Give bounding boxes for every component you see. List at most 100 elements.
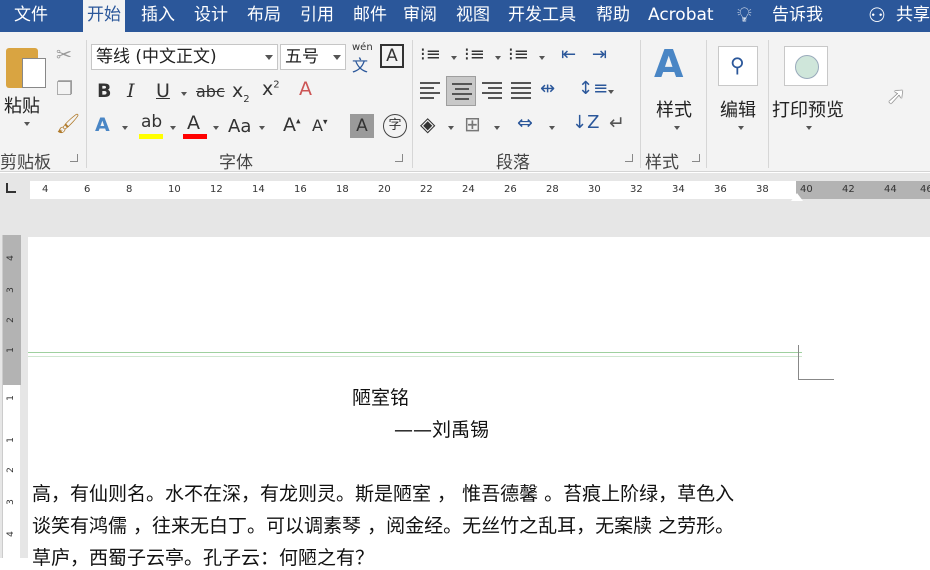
ruler-number: 42 <box>842 184 855 195</box>
tab-file[interactable]: 文件 <box>14 0 48 32</box>
tab-help[interactable]: 帮助 <box>596 0 630 32</box>
shading-dropdown-icon[interactable] <box>448 126 454 130</box>
cut-icon[interactable]: ✂ <box>56 44 72 66</box>
align-left-icon[interactable] <box>420 82 440 102</box>
ruler-number: 16 <box>294 184 307 195</box>
lightbulb-icon[interactable]: 💡︎ <box>737 0 752 32</box>
paragraph-launcher-icon[interactable] <box>625 154 633 162</box>
underline-icon[interactable]: U <box>156 80 170 102</box>
tab-view[interactable]: 视图 <box>456 0 490 32</box>
italic-icon[interactable]: I <box>127 80 135 102</box>
tab-acrobat[interactable]: Acrobat <box>648 0 714 32</box>
vruler-number: 2 <box>5 467 16 473</box>
person-icon[interactable]: ⚇ <box>868 0 886 32</box>
highlight-color-button[interactable]: ab <box>137 112 165 140</box>
align-right-icon[interactable] <box>482 82 502 102</box>
enclose-characters-icon[interactable]: 字 <box>383 114 407 138</box>
subscript-icon[interactable]: x2 <box>232 80 250 105</box>
borders-dropdown-icon[interactable] <box>494 126 500 130</box>
show-marks-icon[interactable]: ↵ <box>609 112 625 134</box>
copy-icon[interactable]: ❐ <box>56 78 73 100</box>
mouse-cursor-icon: ➚ <box>886 82 907 110</box>
text-effects-icon[interactable]: A <box>95 114 110 136</box>
right-indent-marker[interactable] <box>791 193 803 201</box>
text-effects-dropdown-icon[interactable] <box>122 126 128 130</box>
document-title[interactable]: 陋室铭 <box>352 383 409 410</box>
tab-layout[interactable]: 布局 <box>247 0 281 32</box>
distributed-icon[interactable]: ⇹ <box>540 78 555 99</box>
underline-dropdown-icon[interactable] <box>181 92 187 96</box>
strikethrough-icon[interactable]: abc <box>196 82 225 101</box>
separator <box>768 40 769 168</box>
ruler-number: 20 <box>378 184 391 195</box>
numbering-icon[interactable]: ⁝≡ <box>464 44 485 65</box>
grow-font-icon[interactable]: A▴ <box>283 114 301 136</box>
line-spacing-icon[interactable]: ↕≡ <box>578 78 608 99</box>
horizontal-ruler[interactable]: 4 6 8 10 12 14 16 18 20 22 24 26 28 30 3… <box>0 173 930 205</box>
magnifier-glyph: ⚲ <box>730 53 745 77</box>
multilevel-list-icon[interactable]: ⁝≡ <box>508 44 529 65</box>
vruler-number: 3 <box>5 287 16 293</box>
tab-selector-icon[interactable] <box>6 183 16 193</box>
decrease-indent-icon[interactable]: ⇤ <box>561 44 576 65</box>
multilevel-dropdown-icon[interactable] <box>539 56 545 60</box>
clear-formatting-icon[interactable]: A <box>299 78 312 100</box>
clipboard-group-label: 剪贴板 <box>0 153 51 173</box>
share-button[interactable]: 共享 <box>896 0 930 32</box>
tab-design[interactable]: 设计 <box>194 0 228 32</box>
numbering-dropdown-icon[interactable] <box>495 56 501 60</box>
bullets-icon[interactable]: ⁝≡ <box>420 44 441 65</box>
vertical-ruler[interactable]: 4 3 2 1 1 1 2 3 4 <box>2 235 21 558</box>
styles-launcher-icon[interactable] <box>692 154 700 162</box>
bullets-dropdown-icon[interactable] <box>451 56 457 60</box>
font-color-swatch <box>183 134 207 139</box>
editing-button[interactable]: ⚲ 编辑 <box>714 42 766 137</box>
tell-me-search[interactable]: 告诉我 <box>772 0 823 32</box>
paste-button[interactable]: 粘贴 <box>4 42 48 132</box>
document-author[interactable]: ——刘禹锡 <box>394 415 489 442</box>
line-spacing-dropdown-icon[interactable] <box>608 90 614 94</box>
separator <box>86 40 87 168</box>
tab-review[interactable]: 审阅 <box>403 0 437 32</box>
change-case-dropdown-icon[interactable] <box>259 126 265 130</box>
tab-insert[interactable]: 插入 <box>141 0 175 32</box>
borders-icon[interactable]: ⊞ <box>464 112 481 136</box>
paragraph-line[interactable]: 草庐，西蜀子云亭。孔子云：何陋之有？ <box>32 543 374 570</box>
highlight-dropdown-icon[interactable] <box>170 126 176 130</box>
clipboard-launcher-icon[interactable] <box>70 154 78 162</box>
shading-icon[interactable]: ◈ <box>420 112 435 136</box>
chinese-layout-icon[interactable]: ⇔ <box>517 112 533 134</box>
justify-icon[interactable] <box>511 82 531 102</box>
print-preview-button[interactable]: 打印预览 <box>772 42 848 137</box>
align-center-button[interactable] <box>446 76 476 106</box>
font-color-button[interactable]: A <box>183 112 209 140</box>
font-color-dropdown-icon[interactable] <box>213 126 219 130</box>
font-size-combo[interactable]: 五号 <box>280 44 346 70</box>
tab-home[interactable]: 开始 <box>83 0 125 32</box>
ruler-number: 22 <box>420 184 433 195</box>
document-page[interactable]: 陋室铭 ——刘禹锡 高，有仙则名。水不在深，有龙则灵。斯是陋室 ， 惟吾德馨 。… <box>28 237 930 569</box>
font-color-icon: A <box>187 112 200 134</box>
font-name-combo[interactable]: 等线 (中文正文) <box>91 44 278 70</box>
superscript-icon[interactable]: x2 <box>262 78 280 100</box>
search-icon: ⚲ <box>718 46 758 86</box>
tab-references[interactable]: 引用 <box>300 0 334 32</box>
styles-button[interactable]: A 样式 <box>650 42 700 137</box>
ruler-number: 44 <box>884 184 897 195</box>
paragraph-line[interactable]: 高，有仙则名。水不在深，有龙则灵。斯是陋室 ， 惟吾德馨 。苔痕上阶绿，草色入 <box>32 479 734 506</box>
phonetic-guide-button[interactable]: wén 文 <box>350 42 374 75</box>
chinese-layout-dropdown-icon[interactable] <box>549 126 555 130</box>
character-shading-icon[interactable]: A <box>350 114 374 138</box>
character-border-icon[interactable]: A <box>380 44 404 68</box>
font-launcher-icon[interactable] <box>395 154 403 162</box>
styles-label: 样式 <box>656 100 692 121</box>
paragraph-line[interactable]: 谈笑有鸿儒 ，往来无白丁。可以调素琴 ，阅金经。无丝竹之乱耳，无案牍 之劳形。 <box>32 511 734 538</box>
change-case-icon[interactable]: Aa <box>228 116 251 137</box>
increase-indent-icon[interactable]: ⇥ <box>592 44 607 65</box>
tab-developer[interactable]: 开发工具 <box>508 0 576 32</box>
shrink-font-icon[interactable]: A▾ <box>312 116 327 135</box>
tab-mailings[interactable]: 邮件 <box>353 0 387 32</box>
format-painter-icon[interactable]: 🖌︎ <box>56 112 80 135</box>
bold-icon[interactable]: B <box>97 80 111 102</box>
sort-icon[interactable]: ↓Z <box>572 112 599 133</box>
